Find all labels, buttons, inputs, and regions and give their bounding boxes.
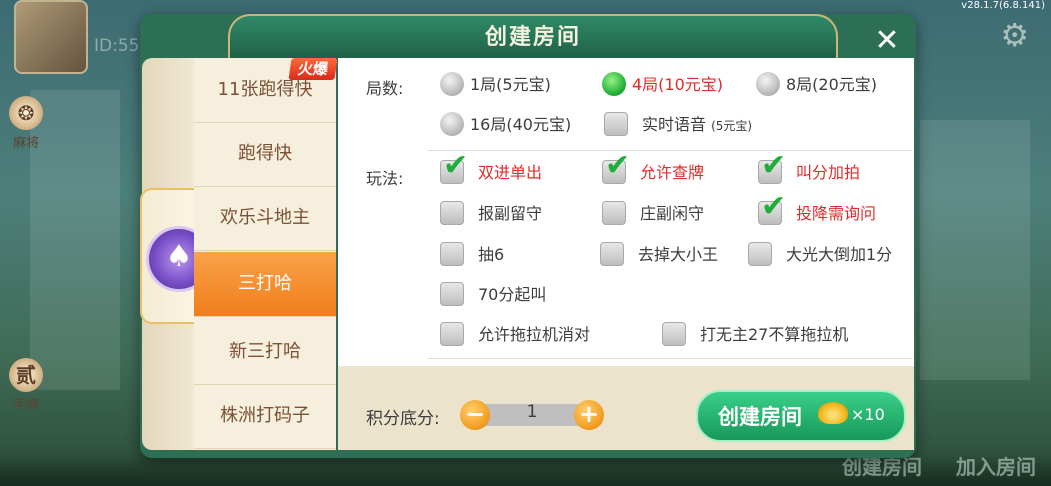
create-room-label: 创建房间 xyxy=(718,405,802,429)
player-avatar xyxy=(14,0,88,74)
round-label: 16局(40元宝) xyxy=(470,115,572,134)
minus-button[interactable]: − xyxy=(460,400,490,430)
rounds-label: 局数: xyxy=(366,79,404,98)
category-label: 麻将 xyxy=(12,136,39,151)
game-item-paodekuai[interactable]: 跑得快 xyxy=(194,122,336,187)
rule-shuangjin[interactable]: ✔ 双进单出 xyxy=(440,150,543,188)
version-label: v28.1.7(6.8.141) xyxy=(961,0,1045,11)
voice-option[interactable]: 实时语音 (5元宝) xyxy=(604,110,752,140)
zipai-icon: 贰 xyxy=(9,358,43,392)
rule-jiaofen[interactable]: ✔ 叫分加拍 xyxy=(758,150,861,188)
create-room-button[interactable]: 创建房间 ×10 xyxy=(696,390,906,442)
rule-label: 70分起叫 xyxy=(478,285,547,304)
rule-label: 投降需询问 xyxy=(796,204,877,223)
bg-join-room-button: 加入房间 xyxy=(956,455,1036,479)
rule-chapai[interactable]: ✔ 允许查牌 xyxy=(602,150,705,188)
checkbox-checked-icon: ✔ xyxy=(602,150,630,184)
rule-label: 允许拖拉机消对 xyxy=(478,325,591,344)
game-item-doudizhu[interactable]: 欢乐斗地主 xyxy=(194,186,336,251)
rule-chou6[interactable]: 抽6 xyxy=(440,240,504,270)
dialog-title-bar: 创建房间 xyxy=(228,14,838,60)
round-label: 4局(10元宝) xyxy=(632,75,724,94)
radio-icon xyxy=(440,71,464,96)
score-value: 1 xyxy=(526,402,538,422)
game-list: 11张跑得快 跑得快 欢乐斗地主 三打哈 新三打哈 株洲打码子 xyxy=(194,58,336,450)
rule-baofu[interactable]: 报副留守 xyxy=(440,199,542,229)
create-room-cost: ×10 xyxy=(851,405,885,424)
close-button[interactable]: ✕ xyxy=(868,24,906,58)
rule-label: 打无主27不算拖拉机 xyxy=(700,325,849,344)
category-label: 字牌 xyxy=(12,398,39,413)
checkbox-icon xyxy=(440,200,464,225)
rule-label: 允许查牌 xyxy=(640,163,705,182)
rule-daguang[interactable]: 大光大倒加1分 xyxy=(748,240,892,270)
checkbox-icon xyxy=(440,281,464,306)
voice-label: 实时语音 xyxy=(642,115,707,134)
round-option-16[interactable]: 16局(40元宝) xyxy=(440,110,571,140)
rule-label: 报副留守 xyxy=(478,204,543,223)
checkbox-checked-icon: ✔ xyxy=(440,150,468,184)
round-option-8[interactable]: 8局(20元宝) xyxy=(756,70,877,100)
checkbox-icon xyxy=(600,241,624,266)
divider xyxy=(428,150,912,151)
checkbox-icon xyxy=(748,241,772,266)
checkbox-icon xyxy=(602,200,626,225)
radio-selected-icon xyxy=(602,71,626,96)
rule-zhuangfu[interactable]: 庄副闲守 xyxy=(602,199,704,229)
round-label: 8局(20元宝) xyxy=(786,75,878,94)
rule-tuolaji[interactable]: 允许拖拉机消对 xyxy=(440,320,590,350)
radio-icon xyxy=(440,111,464,136)
round-option-1[interactable]: 1局(5元宝) xyxy=(440,70,551,100)
rule-label: 抽6 xyxy=(478,245,505,264)
category-mahjong[interactable]: ❂ 麻将 xyxy=(0,96,52,151)
rules-label: 玩法: xyxy=(366,169,404,188)
plus-button[interactable]: + xyxy=(574,400,604,430)
rule-70fen[interactable]: 70分起叫 xyxy=(440,280,546,310)
checkbox-icon xyxy=(604,111,628,136)
checkbox-icon xyxy=(440,241,464,266)
round-label: 1局(5元宝) xyxy=(470,75,551,94)
gear-icon: ⚙ xyxy=(1000,16,1029,54)
dialog-title: 创建房间 xyxy=(484,25,581,50)
voice-note: (5元宝) xyxy=(711,119,753,133)
background-building xyxy=(920,120,1030,380)
rule-label: 双进单出 xyxy=(478,163,543,182)
category-zipai[interactable]: 贰 字牌 xyxy=(0,358,52,413)
checkbox-checked-icon: ✔ xyxy=(758,191,786,225)
rule-label: 叫分加拍 xyxy=(796,163,861,182)
rule-qudiao[interactable]: 去掉大小王 xyxy=(600,240,718,270)
rule-touxiang[interactable]: ✔ 投降需询问 xyxy=(758,191,877,229)
rule-label: 庄副闲守 xyxy=(640,204,705,223)
game-item-sandaha[interactable]: 三打哈 xyxy=(194,252,336,317)
checkbox-icon xyxy=(662,321,686,346)
checkbox-checked-icon: ✔ xyxy=(758,150,786,184)
game-item-xinsandaha[interactable]: 新三打哈 xyxy=(194,320,336,385)
rule-label: 大光大倒加1分 xyxy=(786,245,893,264)
mahjong-icon: ❂ xyxy=(9,96,43,130)
divider xyxy=(428,358,912,359)
round-option-4[interactable]: 4局(10元宝) xyxy=(602,70,723,100)
rule-dawuzhu[interactable]: 打无主27不算拖拉机 xyxy=(662,320,848,350)
gold-ingot-icon xyxy=(818,402,848,424)
game-item-zhuzhou[interactable]: 株洲打码子 xyxy=(194,384,336,449)
checkbox-icon xyxy=(440,321,464,346)
hot-badge: 火爆 xyxy=(288,58,338,80)
rule-label: 去掉大小王 xyxy=(638,245,719,264)
score-label: 积分底分: xyxy=(366,409,440,429)
radio-icon xyxy=(756,71,780,96)
